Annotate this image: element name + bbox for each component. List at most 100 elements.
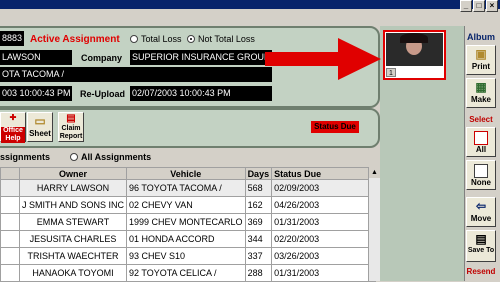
- total-loss-option[interactable]: Total Loss: [130, 34, 182, 44]
- table-header-row: Owner Vehicle Days Status Due: [0, 167, 377, 180]
- owner-column-header[interactable]: Owner: [18, 167, 128, 180]
- owner-name-field[interactable]: LAWSON: [0, 50, 72, 65]
- not-total-loss-radio[interactable]: [187, 35, 195, 43]
- move-arrow-icon: ⇦: [475, 199, 487, 213]
- reupload-date-field: 02/07/2003 10:00:43 PM: [130, 86, 272, 101]
- vehicle-column-header[interactable]: Vehicle: [126, 167, 246, 180]
- company-field[interactable]: SUPERIOR INSURANCE GROUPS: [130, 50, 272, 65]
- select-none-button[interactable]: None: [466, 160, 496, 190]
- owner-cell: TRISHTA WAECHTER: [18, 247, 128, 265]
- row-indicator: [0, 179, 20, 197]
- office-help-button[interactable]: ✚ Office Help: [0, 112, 26, 143]
- my-assignments-filter[interactable]: ssignments: [0, 152, 50, 162]
- select-none-label: None: [471, 178, 491, 187]
- print-button[interactable]: ▣ Print: [466, 45, 496, 75]
- days-column-header[interactable]: Days: [244, 167, 273, 180]
- printer-icon: ▣: [475, 47, 487, 61]
- select-all-button[interactable]: All: [466, 127, 496, 157]
- row-indicator: [0, 213, 20, 231]
- save-to-button[interactable]: ▤ Save To: [466, 230, 496, 262]
- title-bar: [0, 0, 500, 9]
- sheet-button[interactable]: ▭ Sheet: [27, 112, 53, 142]
- office-help-icon: ✚: [9, 113, 17, 122]
- table-row[interactable]: JESUSITA CHARLES 01 HONDA ACCORD 344 02/…: [0, 230, 377, 248]
- days-cell: 568: [244, 179, 273, 197]
- table-scrollbar[interactable]: ▲: [368, 167, 380, 281]
- claim-report-button[interactable]: ▤ Claim Report: [58, 112, 84, 142]
- move-label: Move: [470, 214, 492, 223]
- days-cell: 337: [244, 247, 273, 265]
- print-label: Print: [471, 62, 491, 71]
- owner-cell: HARRY LAWSON: [18, 179, 128, 197]
- days-cell: 288: [244, 264, 273, 282]
- table-row[interactable]: EMMA STEWART 1999 CHEV MONTECARLO 369 01…: [0, 213, 377, 231]
- not-total-loss-label: Not Total Loss: [198, 34, 255, 44]
- upload-date-field: 003 10:00:43 PM: [0, 86, 72, 101]
- status-due-cell: 01/31/2003: [271, 213, 377, 231]
- active-assignment-label: Active Assignment: [30, 34, 120, 45]
- sheet-label: Sheet: [29, 129, 51, 138]
- not-total-loss-option[interactable]: Not Total Loss: [187, 34, 255, 44]
- days-cell: 162: [244, 196, 273, 214]
- claim-report-icon: ▤: [66, 113, 76, 124]
- company-label: Company: [81, 53, 123, 63]
- status-due-cell: 04/26/2003: [271, 196, 377, 214]
- table-row[interactable]: HARRY LAWSON 96 TOYOTA TACOMA / 568 02/0…: [0, 179, 377, 197]
- vehicle-cell: 92 TOYOTA CELICA /: [126, 264, 246, 282]
- status-due-cell: 02/09/2003: [271, 179, 377, 197]
- row-indicator: [0, 230, 20, 248]
- status-due-column-header[interactable]: Status Due: [271, 167, 377, 180]
- select-all-label: All: [475, 145, 487, 154]
- checked-box-icon: [474, 131, 488, 145]
- row-indicator-header: [0, 167, 20, 180]
- vehicle-cell: 02 CHEVY VAN: [126, 196, 246, 214]
- empty-box-icon: [474, 164, 488, 178]
- select-header: Select: [469, 115, 493, 124]
- table-row[interactable]: TRISHTA WAECHTER 93 CHEV S10 337 03/26/2…: [0, 247, 377, 265]
- minimize-button[interactable]: _: [460, 0, 472, 12]
- assignment-id-field: 8883: [0, 31, 24, 46]
- days-cell: 369: [244, 213, 273, 231]
- scroll-up-arrow-icon[interactable]: ▲: [369, 167, 380, 178]
- status-due-badge: Status Due: [311, 121, 359, 133]
- office-help-label: Office Help: [1, 127, 25, 143]
- photo-thumbnail[interactable]: 1: [383, 30, 446, 80]
- owner-cell: HANAOKA TOYOMI: [18, 264, 128, 282]
- total-loss-radio[interactable]: [130, 35, 138, 43]
- make-button[interactable]: ▦ Make: [466, 78, 496, 108]
- status-due-cell: 01/31/2003: [271, 264, 377, 282]
- move-button[interactable]: ⇦ Move: [466, 197, 496, 227]
- close-button[interactable]: ×: [486, 0, 498, 12]
- make-icon: ▦: [475, 80, 487, 94]
- row-indicator: [0, 264, 20, 282]
- days-cell: 344: [244, 230, 273, 248]
- reupload-label: Re-Upload: [80, 89, 125, 99]
- owner-cell: J SMITH AND SONS INC: [18, 196, 128, 214]
- my-assignments-label: ssignments: [0, 152, 51, 162]
- vehicle-cell: 96 TOYOTA TACOMA /: [126, 179, 246, 197]
- assignments-table: Owner Vehicle Days Status Due HARRY LAWS…: [0, 167, 377, 282]
- save-to-label: Save To: [467, 247, 495, 254]
- row-indicator: [0, 247, 20, 265]
- status-due-cell: 03/26/2003: [271, 247, 377, 265]
- vehicle-cell: 01 HONDA ACCORD: [126, 230, 246, 248]
- photo-image: [386, 33, 443, 66]
- claim-report-label: Claim Report: [59, 125, 83, 140]
- maximize-button[interactable]: □: [473, 0, 485, 12]
- row-indicator: [0, 196, 20, 214]
- all-assignments-label: All Assignments: [81, 152, 152, 162]
- table-row[interactable]: J SMITH AND SONS INC 02 CHEVY VAN 162 04…: [0, 196, 377, 214]
- owner-cell: JESUSITA CHARLES: [18, 230, 128, 248]
- resend-header: Resend: [466, 267, 496, 276]
- all-assignments-filter[interactable]: All Assignments: [70, 152, 151, 162]
- photo-number: 1: [386, 68, 396, 77]
- owner-cell: EMMA STEWART: [18, 213, 128, 231]
- total-loss-label: Total Loss: [141, 34, 182, 44]
- vehicle-field[interactable]: OTA TACOMA /: [0, 67, 272, 82]
- vehicle-cell: 1999 CHEV MONTECARLO: [126, 213, 246, 231]
- all-assignments-radio[interactable]: [70, 153, 78, 161]
- red-arrow-icon: [265, 38, 381, 80]
- table-row[interactable]: HANAOKA TOYOMI 92 TOYOTA CELICA / 288 01…: [0, 264, 377, 282]
- floppy-disk-icon: ▤: [475, 232, 487, 246]
- album-title: Album: [467, 32, 495, 42]
